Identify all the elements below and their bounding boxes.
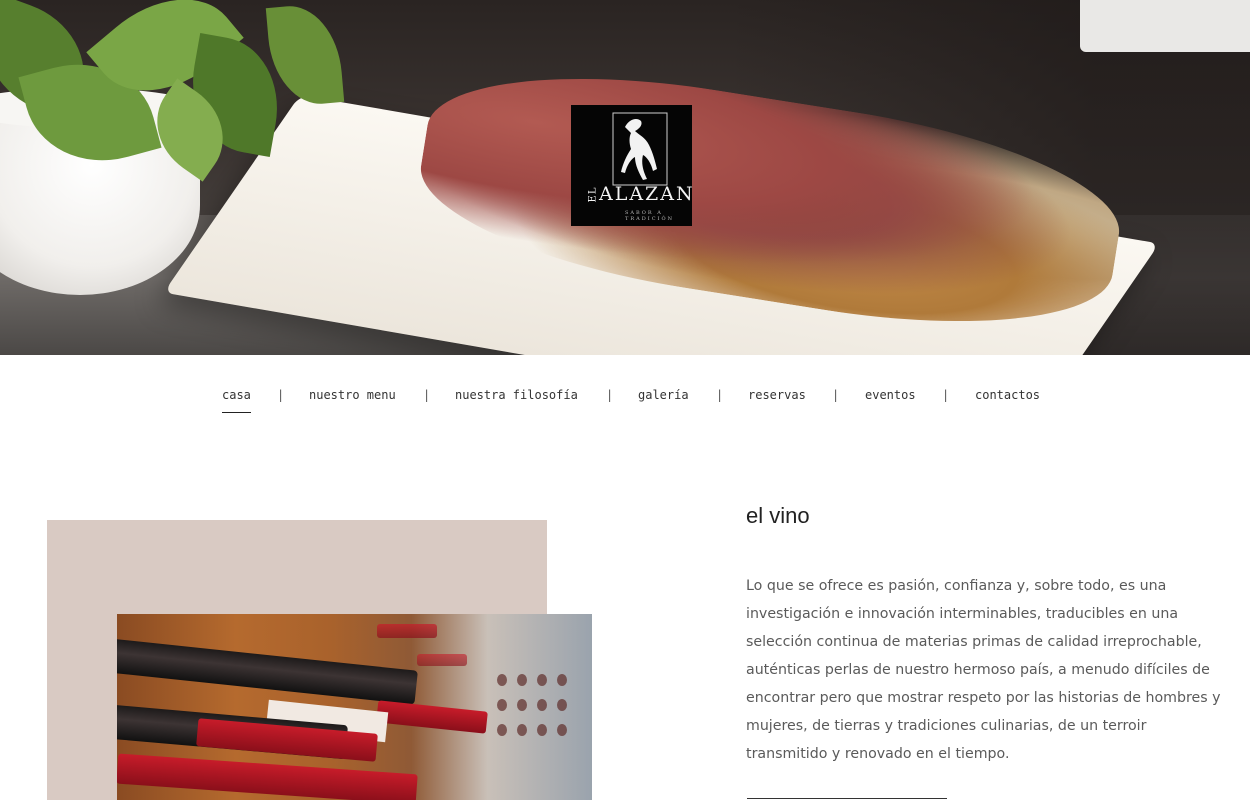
rack-bottle	[497, 724, 507, 736]
section-body: Lo que se ofrece es pasión, confianza y,…	[746, 578, 1221, 762]
brand-prefix: EL	[587, 186, 599, 203]
rack-bottle	[537, 674, 547, 686]
horse-icon	[612, 112, 668, 186]
nav-item-casa[interactable]: casa	[222, 388, 251, 413]
nav-separator: |	[942, 388, 950, 402]
rack-bottle	[517, 674, 527, 686]
nav-item-reservas[interactable]: reservas	[748, 388, 806, 402]
wine-bottle	[117, 637, 418, 705]
rack-bottle	[497, 699, 507, 711]
nav-separator: |	[423, 388, 431, 402]
wine-cellar-photo	[117, 614, 592, 800]
rack-bottle	[537, 699, 547, 711]
hero-napkin	[1080, 0, 1250, 52]
hero-banner: EL ALAZAN SABOR A TRADICIÓN	[0, 0, 1250, 355]
nav-item-eventos[interactable]: eventos	[865, 388, 916, 402]
nav-separator: |	[606, 388, 614, 402]
rack-bottle	[497, 674, 507, 686]
nav-separator: |	[277, 388, 285, 402]
rack-bottle	[557, 674, 567, 686]
section-title: el vino	[746, 503, 810, 528]
rack-bottle	[557, 699, 567, 711]
nav-separator: |	[716, 388, 724, 402]
nav-item-nuestra-filosofia[interactable]: nuestra filosofía	[455, 388, 578, 402]
nav-separator: |	[832, 388, 840, 402]
brand-name: ALAZAN	[599, 183, 695, 205]
bottle-capsule	[417, 654, 467, 666]
nav-item-nuestro-menu[interactable]: nuestro menu	[309, 388, 396, 402]
nav-item-contactos[interactable]: contactos	[975, 388, 1040, 402]
brand-logo[interactable]: EL ALAZAN SABOR A TRADICIÓN	[571, 105, 695, 226]
rack-bottle	[537, 724, 547, 736]
main-nav: casa | nuestro menu | nuestra filosofía …	[0, 388, 1250, 418]
brand-tagline: SABOR A TRADICIÓN	[625, 210, 674, 222]
rack-bottle	[517, 699, 527, 711]
rack-bottle	[557, 724, 567, 736]
rack-bottle	[517, 724, 527, 736]
bottle-capsule	[377, 624, 437, 638]
nav-item-galeria[interactable]: galería	[638, 388, 689, 402]
bottle-capsule	[376, 700, 488, 734]
basil-leaf	[265, 2, 345, 108]
